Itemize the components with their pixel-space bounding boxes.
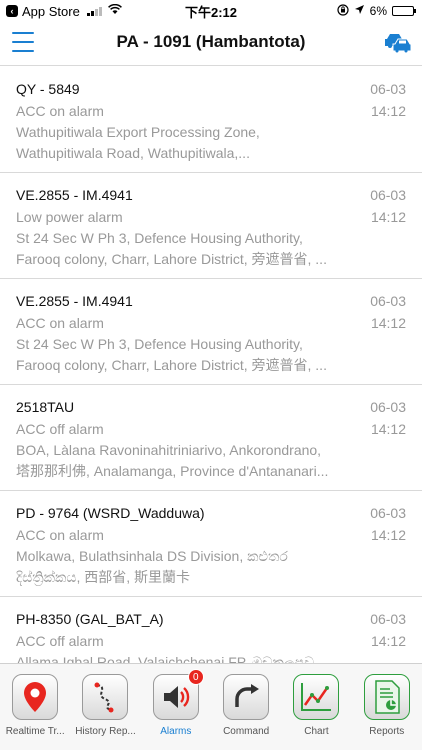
tab-realtime-tracking[interactable]: Realtime Tr... xyxy=(0,664,70,750)
alarm-date: 06-03 xyxy=(370,187,406,203)
location-arrow-icon xyxy=(354,4,365,18)
alarm-address-line1: St 24 Sec W Ph 3, Defence Housing Author… xyxy=(16,230,303,246)
battery-percent: 6% xyxy=(369,4,387,18)
alarm-list-item[interactable]: PH-8350 (GAL_BAT_A) ACC off alarm Allama I… xyxy=(0,597,422,663)
alarm-type: ACC off alarm xyxy=(16,633,104,649)
alarm-date: 06-03 xyxy=(370,293,406,309)
alarm-time: 14:12 xyxy=(370,209,406,225)
alarm-date: 06-03 xyxy=(370,611,406,627)
alarm-address-line1: Molkawa, Bulathsinhala DS Division, කළුත… xyxy=(16,548,288,564)
location-pin-icon xyxy=(12,674,59,720)
alarm-date: 06-03 xyxy=(370,505,406,521)
alarm-type: ACC on alarm xyxy=(16,315,104,331)
tab-chart[interactable]: Chart xyxy=(281,664,351,750)
route-icon xyxy=(82,674,129,720)
alarm-list-item[interactable]: 2518TAU ACC off alarm BOA, Làlana Ravonina… xyxy=(0,385,422,491)
alarm-time: 14:12 xyxy=(370,421,406,437)
tab-label: Command xyxy=(223,726,270,737)
alarm-time: 14:12 xyxy=(370,633,406,649)
alarm-list-item[interactable]: PD - 9764 (WSRD_Wadduwa) ACC on alarm Molk… xyxy=(0,491,422,597)
report-document-icon xyxy=(363,674,410,720)
alarm-vehicle-name: PD - 9764 (WSRD_Wadduwa) xyxy=(16,505,205,521)
alarm-date: 06-03 xyxy=(370,399,406,415)
tab-label: Realtime Tr... xyxy=(5,726,65,737)
alarm-date: 06-03 xyxy=(370,81,406,97)
alarm-list-item[interactable]: QY - 5849 ACC on alarm Wathupitiwala Expor… xyxy=(0,67,422,173)
orientation-lock-icon xyxy=(337,3,349,19)
alarm-vehicle-name: VE.2855 - IM.4941 xyxy=(16,293,133,309)
alarm-address-line1: Wathupitiwala Export Processing Zone, xyxy=(16,124,260,140)
tab-label: Chart xyxy=(304,726,329,737)
hamburger-menu-icon[interactable] xyxy=(12,32,34,52)
alarm-time: 14:12 xyxy=(370,527,406,543)
alarm-list-item[interactable]: VE.2855 - IM.4941 Low power alarm St 24 Se… xyxy=(0,173,422,279)
alarm-address-line2: 塔那那利佛, Analamanga, Province d'Antananari… xyxy=(16,463,329,479)
alarm-vehicle-name: VE.2855 - IM.4941 xyxy=(16,187,133,203)
page-title: PA - 1091 (Hambantota) xyxy=(116,32,306,51)
alarm-vehicle-name: PH-8350 (GAL_BAT_A) xyxy=(16,611,164,627)
tab-bar: Realtime Tr... History Rep... 0 Alarms C… xyxy=(0,663,422,750)
tab-alarms[interactable]: 0 Alarms xyxy=(141,664,211,750)
alarm-type: Low power alarm xyxy=(16,209,123,225)
status-bar: ‹ App Store 下午2:12 6% xyxy=(0,0,422,22)
tab-label: History Rep... xyxy=(75,726,136,737)
alarm-time: 14:12 xyxy=(370,315,406,331)
alarm-address-line2: Farooq colony, Charr, Lahore District, 旁… xyxy=(16,251,327,267)
alarm-list[interactable]: QY - 5849 ACC on alarm Wathupitiwala Expor… xyxy=(0,67,422,663)
alarm-address-line1: St 24 Sec W Ph 3, Defence Housing Author… xyxy=(16,336,303,352)
alarm-type: ACC on alarm xyxy=(16,527,104,543)
alarm-address-line1: BOA, Làlana Ravoninahitriniarivo, Ankoro… xyxy=(16,442,322,458)
alarm-list-item[interactable]: VE.2855 - IM.4941 ACC on alarm St 24 Sec W… xyxy=(0,279,422,385)
tab-label: Alarms xyxy=(160,726,192,737)
status-right: 6% xyxy=(337,0,416,22)
alarm-address-line1: Allama Iqbal Road, Valaichchenai FP, මඩක… xyxy=(16,654,315,663)
alarm-count-badge: 0 xyxy=(187,669,204,685)
tab-history-replay[interactable]: History Rep... xyxy=(70,664,140,750)
alarm-time: 14:12 xyxy=(370,103,406,119)
alarm-type: ACC on alarm xyxy=(16,103,104,119)
nav-bar: PA - 1091 (Hambantota) xyxy=(0,22,422,66)
alarm-address-line2: දිස්ත්‍රික්කය, 西部省, 斯里蘭卡 xyxy=(16,569,191,585)
alarm-address-line2: Wathupitiwala Road, Wathupitiwala,... xyxy=(16,145,250,161)
command-arrow-icon xyxy=(223,674,270,720)
battery-icon xyxy=(392,6,416,16)
alarm-vehicle-name: 2518TAU xyxy=(16,399,75,415)
line-chart-icon xyxy=(293,674,340,720)
tab-reports[interactable]: Reports xyxy=(352,664,422,750)
alarm-address-line2: Farooq colony, Charr, Lahore District, 旁… xyxy=(16,357,327,373)
speaker-alarm-icon: 0 xyxy=(152,669,204,720)
tab-command[interactable]: Command xyxy=(211,664,281,750)
alarm-vehicle-name: QY - 5849 xyxy=(16,81,80,97)
tab-label: Reports xyxy=(369,726,405,737)
vehicles-icon[interactable] xyxy=(384,30,412,54)
alarm-type: ACC off alarm xyxy=(16,421,104,437)
